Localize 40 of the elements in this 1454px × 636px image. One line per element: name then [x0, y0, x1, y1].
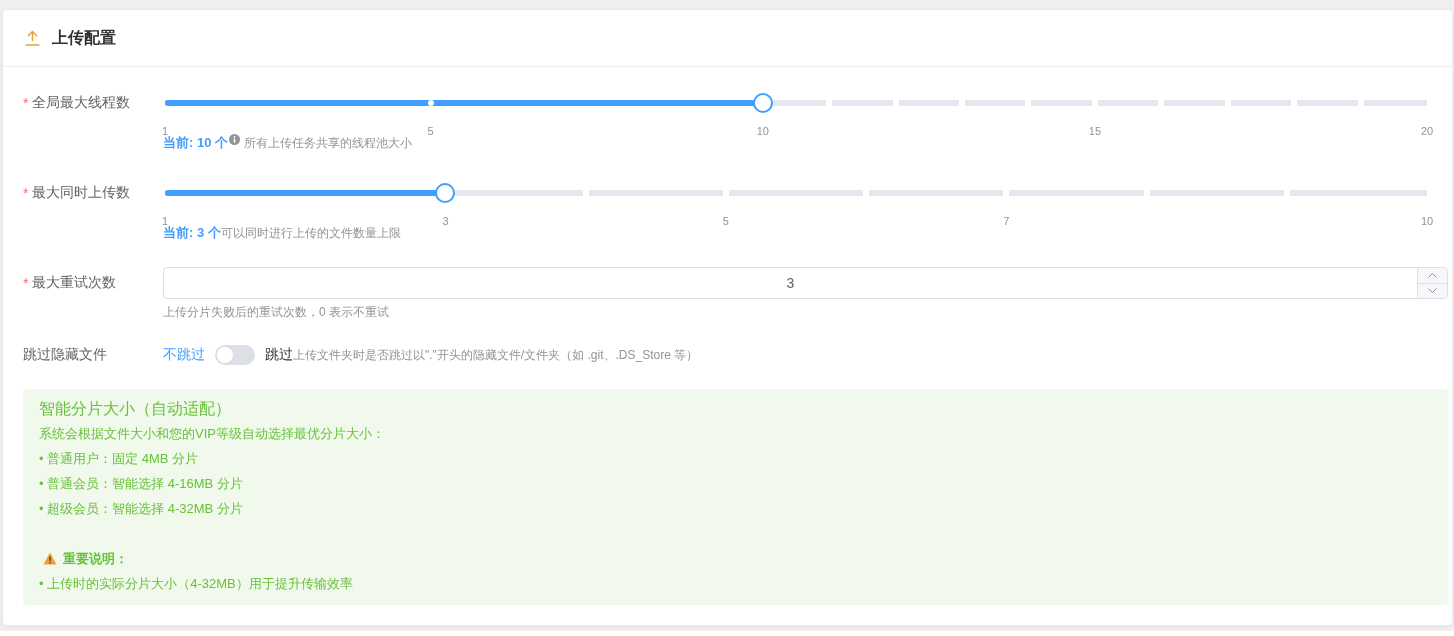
- upload-icon: [25, 30, 40, 46]
- card-title: 上传配置: [52, 27, 116, 48]
- hint-text: 上传文件夹时是否跳过以"."开头的隐藏文件/文件夹（如 .git、.DS_Store 等）: [293, 348, 699, 362]
- slider-thumb[interactable]: [435, 183, 456, 203]
- chevron-down-icon: [1428, 288, 1437, 294]
- required-mark: *: [23, 95, 29, 111]
- notice-title: 重要说明：: [63, 550, 128, 568]
- hint-text: 可以同时进行上传的文件数量上限: [220, 226, 401, 240]
- tip-item: • 普通用户：固定 4MB 分片: [39, 450, 200, 468]
- slider-mark-label: 3: [442, 214, 449, 228]
- chevron-up-icon: [1428, 272, 1437, 278]
- slider-mark-label: 10: [756, 124, 769, 138]
- toggle-switch[interactable]: [215, 345, 255, 365]
- slider-mark-label: 7: [1003, 214, 1010, 228]
- field-label: 最大同时上传数: [32, 184, 131, 202]
- required-mark: *: [23, 275, 29, 291]
- slider-mark-label: 1: [161, 214, 169, 227]
- current-value: 当前: 10 个: [163, 136, 228, 150]
- slider-mark-label: 15: [1088, 124, 1101, 138]
- hint-text: 所有上传任务共享的线程池大小: [244, 136, 412, 150]
- slider-mark-label: 5: [722, 214, 729, 228]
- tip-title: 智能分片大小（自动适配）: [39, 399, 232, 419]
- slider-mark-label: 5: [427, 124, 434, 138]
- tip-item: • 超级会员：智能选择 4-32MB 分片: [39, 500, 244, 518]
- current-value: 当前: 3 个: [163, 226, 221, 240]
- field-label: 跳过隐藏文件: [23, 346, 107, 364]
- tip-description: 系统会根据文件大小和您的VIP等级自动选择最优分片大小：: [39, 425, 386, 443]
- field-label: 全局最大线程数: [32, 94, 131, 112]
- warning-icon: [43, 552, 57, 565]
- switch-on-label[interactable]: 跳过: [265, 346, 293, 364]
- slider-thumb[interactable]: [752, 93, 773, 113]
- slider-mark-label: 10: [1420, 214, 1434, 228]
- required-mark: *: [23, 185, 29, 201]
- slider-stop-icon: [427, 100, 434, 106]
- hint-text: 上传分片失败后的重试次数，0 表示不重试: [163, 305, 389, 319]
- tip-item: • 普通会员：智能选择 4-16MB 分片: [39, 475, 244, 493]
- field-label: 最大重试次数: [32, 274, 117, 292]
- slider-mark-label: 20: [1420, 124, 1434, 138]
- slider-mark-label: 1: [161, 124, 169, 137]
- notice-item: • 上传时的实际分片大小（4-32MB）用于提升传输效率: [39, 575, 354, 593]
